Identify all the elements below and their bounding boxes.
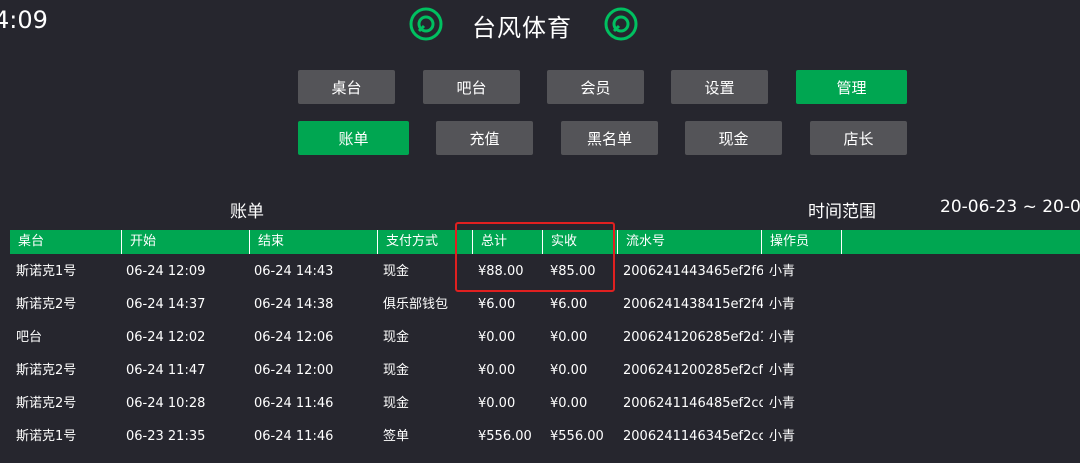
cell-serial: 2006241443465ef2f62 — [623, 264, 763, 279]
cell-start: 06-24 12:09 — [126, 264, 206, 279]
sub-manager-button[interactable]: 店长 — [810, 121, 907, 155]
sub-bill-button[interactable]: 账单 — [298, 121, 409, 155]
cell-operator: 小青 — [769, 363, 796, 378]
table-row[interactable]: 斯诺克2号 06-24 10:28 06-24 11:46 现金 ¥0.00 ¥0.00 2… — [10, 387, 1080, 420]
cell-serial: 2006241146485ef2cca — [623, 396, 763, 411]
cell-table: 斯诺克1号 — [16, 264, 77, 279]
cell-operator: 小青 — [769, 330, 796, 345]
cell-start: 06-24 14:37 — [126, 297, 206, 312]
cell-serial: 2006241438415ef2f4f — [623, 297, 763, 312]
app-title: 台风体育 — [472, 14, 572, 42]
cell-pay-method: 签单 — [383, 429, 410, 444]
col-start: 开始 — [121, 230, 249, 254]
col-end: 结束 — [249, 230, 377, 254]
cell-received: ¥556.00 — [550, 429, 604, 444]
cell-operator: 小青 — [769, 297, 796, 312]
cell-total: ¥0.00 — [478, 330, 516, 345]
cell-pay-method: 现金 — [383, 264, 410, 279]
time-range-value[interactable]: 20-06-23 ~ 20-06 — [940, 197, 1080, 217]
cell-received: ¥0.00 — [550, 396, 588, 411]
cell-serial: 2006241146345ef2cc9 — [623, 429, 763, 444]
nav-manage-button[interactable]: 管理 — [796, 70, 907, 104]
cell-end: 06-24 14:43 — [254, 264, 334, 279]
sub-cash-button[interactable]: 现金 — [685, 121, 782, 155]
nav-member-button[interactable]: 会员 — [547, 70, 644, 104]
table-row[interactable]: 吧台 06-24 12:02 06-24 12:06 现金 ¥0.00 ¥0.00 2006… — [10, 321, 1080, 354]
cell-serial: 2006241206285ef2d14 — [623, 330, 763, 345]
app-header: 台风体育 — [0, 0, 1080, 50]
cell-pay-method: 现金 — [383, 363, 410, 378]
table-row[interactable]: 斯诺克2号 06-24 14:37 06-24 14:38 俱乐部钱包 ¥6.00 ¥6.… — [10, 288, 1080, 321]
cell-end: 06-24 12:00 — [254, 363, 334, 378]
cell-pay-method: 俱乐部钱包 — [383, 297, 449, 312]
cell-end: 06-24 11:46 — [254, 429, 334, 444]
section-title: 账单 — [230, 202, 264, 222]
cell-start: 06-24 12:02 — [126, 330, 206, 345]
cell-table: 斯诺克2号 — [16, 363, 77, 378]
col-table: 桌台 — [18, 234, 45, 249]
cell-table: 斯诺克2号 — [16, 297, 77, 312]
sub-blacklist-button[interactable]: 黑名单 — [561, 121, 658, 155]
cell-total: ¥0.00 — [478, 396, 516, 411]
cell-start: 06-24 11:47 — [126, 363, 206, 378]
cell-received: ¥0.00 — [550, 330, 588, 345]
cell-pay-method: 现金 — [383, 396, 410, 411]
time-range-label: 时间范围 — [808, 202, 876, 222]
cell-serial: 2006241200285ef2cfd — [623, 363, 763, 378]
cell-operator: 小青 — [769, 264, 796, 279]
cell-table: 吧台 — [16, 330, 43, 345]
sub-recharge-button[interactable]: 充值 — [436, 121, 533, 155]
nav-table-button[interactable]: 桌台 — [298, 70, 395, 104]
nav-bar-button[interactable]: 吧台 — [423, 70, 520, 104]
table-row[interactable]: 斯诺克1号 06-23 21:35 06-24 11:46 签单 ¥556.00 ¥556… — [10, 420, 1080, 453]
cell-start: 06-24 10:28 — [126, 396, 206, 411]
cell-table: 斯诺克2号 — [16, 396, 77, 411]
col-empty — [841, 230, 1080, 254]
cell-operator: 小青 — [769, 396, 796, 411]
cell-end: 06-24 14:38 — [254, 297, 334, 312]
cell-received: ¥0.00 — [550, 363, 588, 378]
cell-total: ¥0.00 — [478, 363, 516, 378]
total-received-highlight — [455, 222, 615, 292]
cell-end: 06-24 12:06 — [254, 330, 334, 345]
cell-table: 斯诺克1号 — [16, 429, 77, 444]
cell-total: ¥6.00 — [478, 297, 516, 312]
table-row[interactable]: 斯诺克2号 06-24 11:47 06-24 12:00 现金 ¥0.00 ¥0.00 2… — [10, 354, 1080, 387]
cell-pay-method: 现金 — [383, 330, 410, 345]
col-operator: 操作员 — [761, 230, 841, 254]
target-logo-icon — [409, 7, 443, 41]
cell-received: ¥6.00 — [550, 297, 588, 312]
cell-operator: 小青 — [769, 429, 796, 444]
cell-end: 06-24 11:46 — [254, 396, 334, 411]
nav-settings-button[interactable]: 设置 — [671, 70, 768, 104]
cell-total: ¥556.00 — [478, 429, 532, 444]
target-logo-icon — [604, 7, 638, 41]
cell-start: 06-23 21:35 — [126, 429, 206, 444]
col-serial: 流水号 — [617, 230, 761, 254]
